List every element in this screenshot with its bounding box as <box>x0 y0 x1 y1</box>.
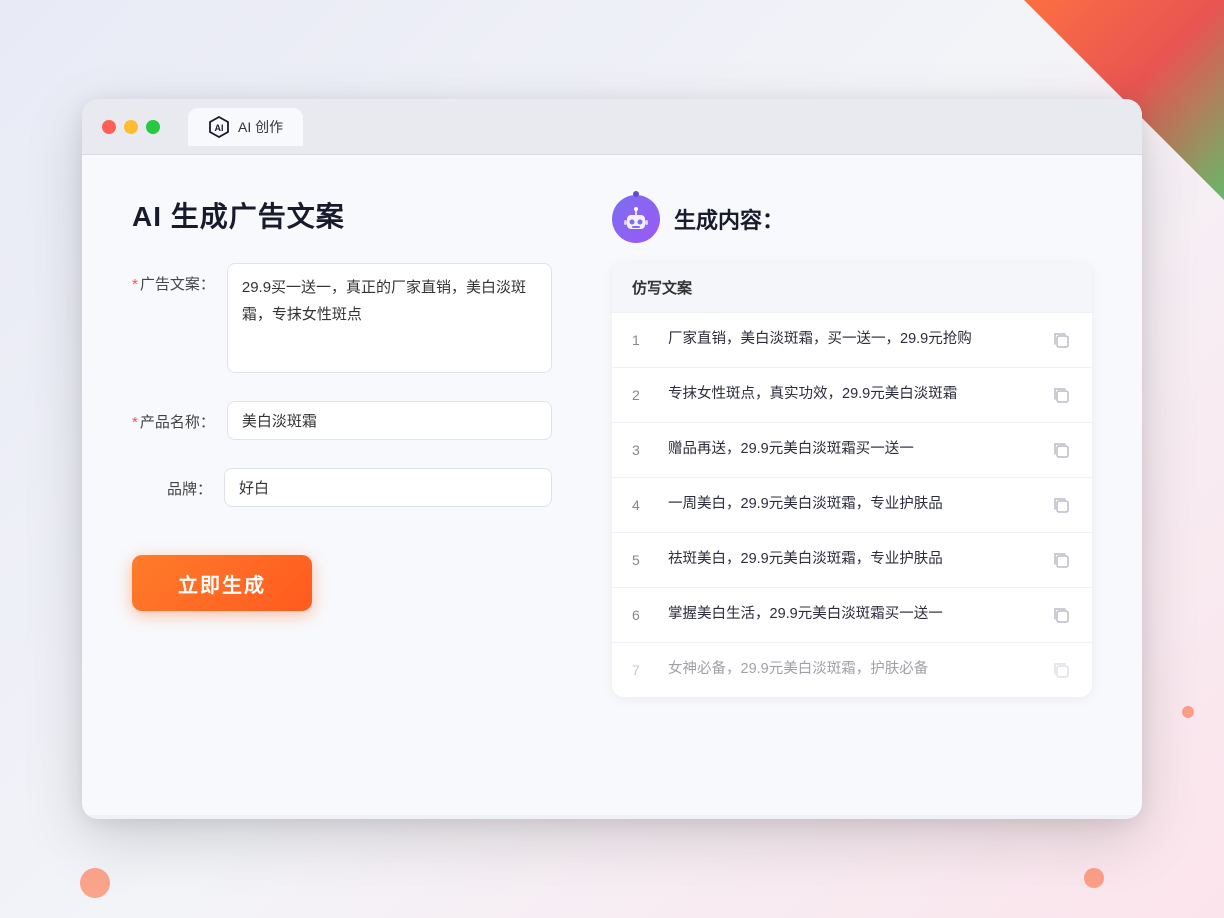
row-number: 3 <box>632 442 652 458</box>
result-row: 1 厂家直销，美白淡斑霜，买一送一，29.9元抢购 <box>612 313 1092 368</box>
result-row: 4 一周美白，29.9元美白淡斑霜，专业护肤品 <box>612 478 1092 533</box>
bg-decoration-bottom-right <box>1084 868 1104 888</box>
robot-svg <box>622 205 650 233</box>
result-row: 3 赠品再送，29.9元美白淡斑霜买一送一 <box>612 423 1092 478</box>
copy-icon[interactable] <box>1050 384 1072 406</box>
tab-ai-creation[interactable]: AI AI 创作 <box>188 108 303 146</box>
row-number: 2 <box>632 387 652 403</box>
row-text: 祛斑美白，29.9元美白淡斑霜，专业护肤品 <box>668 549 1034 571</box>
browser-chrome: AI AI 创作 <box>82 99 1142 155</box>
right-panel: 生成内容： 仿写文案 1 厂家直销，美白淡斑霜，买一送一，29.9元抢购 2 专… <box>612 195 1092 775</box>
tab-label: AI 创作 <box>238 117 283 137</box>
browser-window: AI AI 创作 AI 生成广告文案 *广告文案： 29.9买一送一，真正的厂家… <box>82 99 1142 819</box>
traffic-lights <box>102 120 160 134</box>
svg-text:AI: AI <box>215 123 224 133</box>
results-header: 仿写文案 <box>612 263 1092 313</box>
generate-button[interactable]: 立即生成 <box>132 555 312 611</box>
row-number: 4 <box>632 497 652 513</box>
row-text: 女神必备，29.9元美白淡斑霜，护肤必备 <box>668 659 1034 681</box>
bg-decoration-bottom-left <box>80 868 110 898</box>
brand-input[interactable] <box>224 468 552 507</box>
result-row: 7 女神必备，29.9元美白淡斑霜，护肤必备 <box>612 643 1092 697</box>
product-name-label: *产品名称： <box>132 401 215 432</box>
form-group-product-name: *产品名称： <box>132 401 552 440</box>
ai-tab-icon: AI <box>208 116 230 138</box>
copy-icon[interactable] <box>1050 439 1072 461</box>
ad-copy-label: *广告文案： <box>132 263 215 294</box>
copy-icon[interactable] <box>1050 329 1072 351</box>
row-number: 7 <box>632 662 652 678</box>
row-text: 专抹女性斑点，真实功效，29.9元美白淡斑霜 <box>668 384 1034 406</box>
row-number: 5 <box>632 552 652 568</box>
result-row: 5 祛斑美白，29.9元美白淡斑霜，专业护肤品 <box>612 533 1092 588</box>
row-text: 赠品再送，29.9元美白淡斑霜买一送一 <box>668 439 1034 461</box>
form-group-brand: 品牌： <box>132 468 552 507</box>
traffic-light-maximize[interactable] <box>146 120 160 134</box>
browser-content: AI 生成广告文案 *广告文案： 29.9买一送一，真正的厂家直销，美白淡斑霜，… <box>82 155 1142 815</box>
row-text: 一周美白，29.9元美白淡斑霜，专业护肤品 <box>668 494 1034 516</box>
row-number: 6 <box>632 607 652 623</box>
right-header: 生成内容： <box>612 195 1092 243</box>
result-row: 2 专抹女性斑点，真实功效，29.9元美白淡斑霜 <box>612 368 1092 423</box>
tab-bar: AI AI 创作 <box>188 108 303 146</box>
traffic-light-minimize[interactable] <box>124 120 138 134</box>
row-text: 掌握美白生活，29.9元美白淡斑霜买一送一 <box>668 604 1034 626</box>
required-star-ad-copy: * <box>132 276 138 293</box>
copy-icon[interactable] <box>1050 604 1072 626</box>
copy-icon[interactable] <box>1050 549 1072 571</box>
results-table: 仿写文案 1 厂家直销，美白淡斑霜，买一送一，29.9元抢购 2 专抹女性斑点，… <box>612 263 1092 697</box>
product-name-input[interactable] <box>227 401 552 440</box>
page-title: AI 生成广告文案 <box>132 195 552 235</box>
row-text: 厂家直销，美白淡斑霜，买一送一，29.9元抢购 <box>668 329 1034 351</box>
bg-decoration-mid-right <box>1182 706 1194 718</box>
robot-icon <box>612 195 660 243</box>
form-group-ad-copy: *广告文案： 29.9买一送一，真正的厂家直销，美白淡斑霜，专抹女性斑点 <box>132 263 552 373</box>
left-panel: AI 生成广告文案 *广告文案： 29.9买一送一，真正的厂家直销，美白淡斑霜，… <box>132 195 552 775</box>
results-list: 1 厂家直销，美白淡斑霜，买一送一，29.9元抢购 2 专抹女性斑点，真实功效，… <box>612 313 1092 697</box>
copy-icon[interactable] <box>1050 659 1072 681</box>
ad-copy-input[interactable]: 29.9买一送一，真正的厂家直销，美白淡斑霜，专抹女性斑点 <box>227 263 552 373</box>
row-number: 1 <box>632 332 652 348</box>
result-row: 6 掌握美白生活，29.9元美白淡斑霜买一送一 <box>612 588 1092 643</box>
copy-icon[interactable] <box>1050 494 1072 516</box>
required-star-product: * <box>132 414 138 431</box>
brand-label: 品牌： <box>132 468 212 499</box>
right-title: 生成内容： <box>674 203 784 235</box>
traffic-light-close[interactable] <box>102 120 116 134</box>
